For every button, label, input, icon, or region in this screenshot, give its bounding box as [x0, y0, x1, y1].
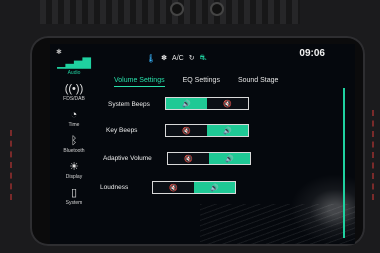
clock-icon: ◔ — [70, 109, 78, 121]
radio-icon: ((•)) — [64, 83, 84, 95]
sidebar-item-label: Audio — [67, 70, 81, 76]
audio-bars-icon: ▁▃▅▇ — [57, 57, 91, 69]
thermometer-icon: 🌡 — [146, 53, 157, 63]
scroll-indicator[interactable] — [343, 88, 345, 238]
tab-volume-settings[interactable]: Volume Settings — [114, 77, 165, 87]
brightness-icon: ☀ — [69, 161, 79, 173]
loudness-toggle[interactable]: 🔇 🔊 — [152, 181, 236, 194]
key-beeps-toggle[interactable]: 🔇 🔊 — [165, 124, 249, 137]
speaker-on-icon[interactable]: 🔊 — [209, 153, 250, 164]
speaker-on-icon[interactable]: 🔊 — [166, 98, 207, 109]
speaker-mute-icon[interactable]: 🔇 — [168, 153, 209, 164]
speaker-on-icon[interactable]: 🔊 — [194, 182, 235, 193]
sidebar-item-label: Display — [65, 174, 83, 180]
vent-knob — [170, 2, 184, 16]
clock: 09:06 — [299, 48, 325, 59]
bluetooth-status-icon: ✱ — [56, 49, 62, 56]
sidebar-item-label: System — [65, 200, 83, 206]
fan-icon: ✽ — [161, 55, 168, 62]
settings-tabs: Volume Settings EQ Settings Sound Stage — [114, 77, 278, 87]
climate-label: A/C — [172, 54, 184, 62]
sidebar-item-bluetooth[interactable]: ᛒ Bluetooth — [59, 134, 89, 154]
sidebar-item-system[interactable]: ▯ System — [59, 186, 89, 206]
vent-knob — [210, 2, 224, 16]
speaker-mute-icon[interactable]: 🔇 — [166, 125, 207, 136]
speaker-on-icon[interactable]: 🔊 — [207, 125, 248, 136]
infotainment-screen: ✱ 🌡 ✽ A/C ↻ ⛐ 09:06 Volume Settings EQ S… — [50, 44, 355, 244]
key-beeps-label: Key Beeps — [106, 127, 138, 134]
seat-stitch — [10, 130, 12, 200]
recirculation-icon: ↻ — [188, 55, 195, 62]
sidebar-item-audio[interactable]: ▁▃▅▇ Audio — [57, 56, 91, 76]
speaker-mute-icon[interactable]: 🔇 — [207, 98, 248, 109]
system-beeps-toggle[interactable]: 🔊 🔇 — [165, 97, 249, 110]
sidebar-item-fds-dab[interactable]: ((•)) FDS/DAB — [59, 82, 89, 102]
background-lines — [200, 204, 355, 244]
status-bar: 🌡 ✽ A/C ↻ ⛐ — [146, 53, 206, 63]
sidebar-item-label: FDS/DAB — [63, 96, 85, 102]
loudness-label: Loudness — [100, 184, 129, 191]
speaker-mute-icon[interactable]: 🔇 — [153, 182, 194, 193]
adaptive-volume-label: Adaptive Volume — [103, 155, 152, 162]
sidebar-item-time[interactable]: ◔ Time — [59, 108, 89, 128]
tab-sound-stage[interactable]: Sound Stage — [238, 77, 278, 87]
car-icon: ⛐ — [199, 53, 207, 62]
adaptive-volume-toggle[interactable]: 🔇 🔊 — [167, 152, 251, 165]
phone-settings-icon: ▯ — [70, 187, 78, 199]
tab-eq-settings[interactable]: EQ Settings — [183, 77, 220, 87]
bluetooth-icon: ᛒ — [70, 135, 78, 147]
sidebar-item-label: Time — [68, 122, 80, 128]
sidebar: ▁▃▅▇ Audio ((•)) FDS/DAB ◔ Time ᛒ Blueto… — [57, 56, 91, 206]
sidebar-item-display[interactable]: ☀ Display — [59, 160, 89, 180]
sidebar-item-label: Bluetooth — [63, 148, 85, 154]
system-beeps-label: System Beeps — [108, 101, 150, 108]
seat-stitch — [372, 110, 374, 200]
